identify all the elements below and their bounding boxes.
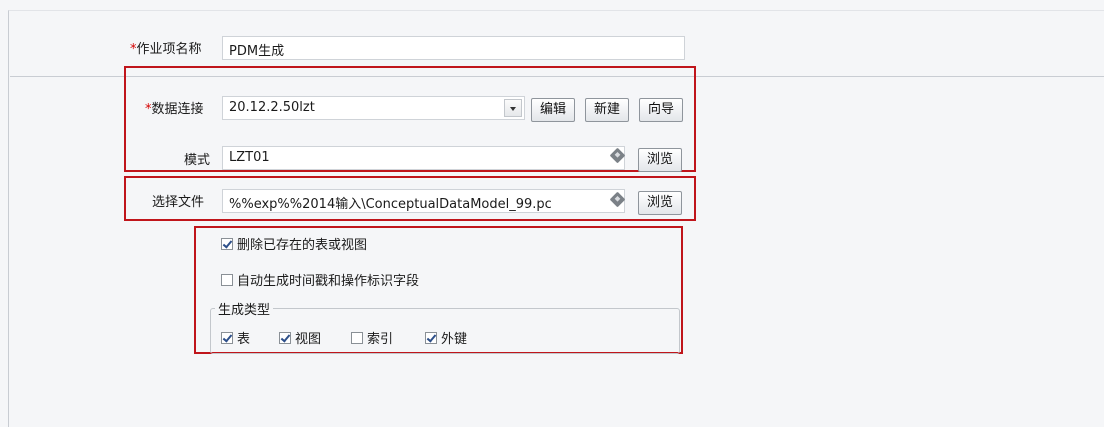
connection-label-text: 数据连接 [151, 102, 204, 117]
file-input[interactable]: %%exp%%2014输入\ConceptualDataModel_99.pc [222, 189, 625, 213]
gen-type-index-option[interactable]: 索引 [351, 328, 393, 347]
file-label: 选择文件 [152, 195, 205, 210]
drop-existing-label: 删除已存在的表或视图 [237, 238, 368, 253]
gen-type-table-label: 表 [237, 332, 251, 347]
drop-existing-checkbox[interactable] [221, 237, 233, 250]
browse-file-button[interactable]: 浏览 [638, 191, 682, 215]
gen-type-title: 生成类型 [215, 299, 274, 318]
new-connection-button[interactable]: 新建 [585, 98, 629, 122]
gen-type-foreign-key-checkbox[interactable] [425, 331, 437, 344]
job-name-label: *作业项名称 [130, 38, 202, 57]
gen-type-index-checkbox[interactable] [351, 331, 363, 344]
gen-type-table-checkbox[interactable] [221, 331, 233, 344]
connection-select[interactable]: 20.12.2.50lzt [222, 96, 525, 120]
auto-timestamp-label: 自动生成时间戳和操作标识字段 [237, 274, 420, 289]
gen-type-table-option[interactable]: 表 [221, 328, 250, 347]
auto-timestamp-checkbox[interactable] [221, 273, 233, 286]
gen-type-index-label: 索引 [367, 332, 394, 347]
gen-type-view-label: 视图 [295, 332, 322, 347]
gen-type-foreign-key-option[interactable]: 外键 [425, 328, 467, 347]
gen-type-view-checkbox[interactable] [279, 331, 291, 344]
connection-label: *数据连接 [145, 98, 204, 117]
auto-timestamp-option[interactable]: 自动生成时间戳和操作标识字段 [221, 270, 419, 289]
job-name-input[interactable]: PDM生成 [222, 36, 685, 60]
job-name-label-text: 作业项名称 [136, 42, 202, 57]
gen-type-view-option[interactable]: 视图 [279, 328, 321, 347]
wizard-button[interactable]: 向导 [639, 98, 683, 122]
connection-select-value: 20.12.2.50lzt [229, 100, 315, 115]
drop-existing-option[interactable]: 删除已存在的表或视图 [221, 234, 367, 253]
schema-input[interactable]: LZT01 [222, 146, 625, 170]
browse-schema-button[interactable]: 浏览 [638, 148, 682, 172]
chevron-down-icon[interactable] [504, 99, 522, 117]
schema-label: 模式 [184, 153, 211, 168]
gen-type-foreign-key-label: 外键 [441, 332, 468, 347]
edit-connection-button[interactable]: 编辑 [531, 98, 575, 122]
